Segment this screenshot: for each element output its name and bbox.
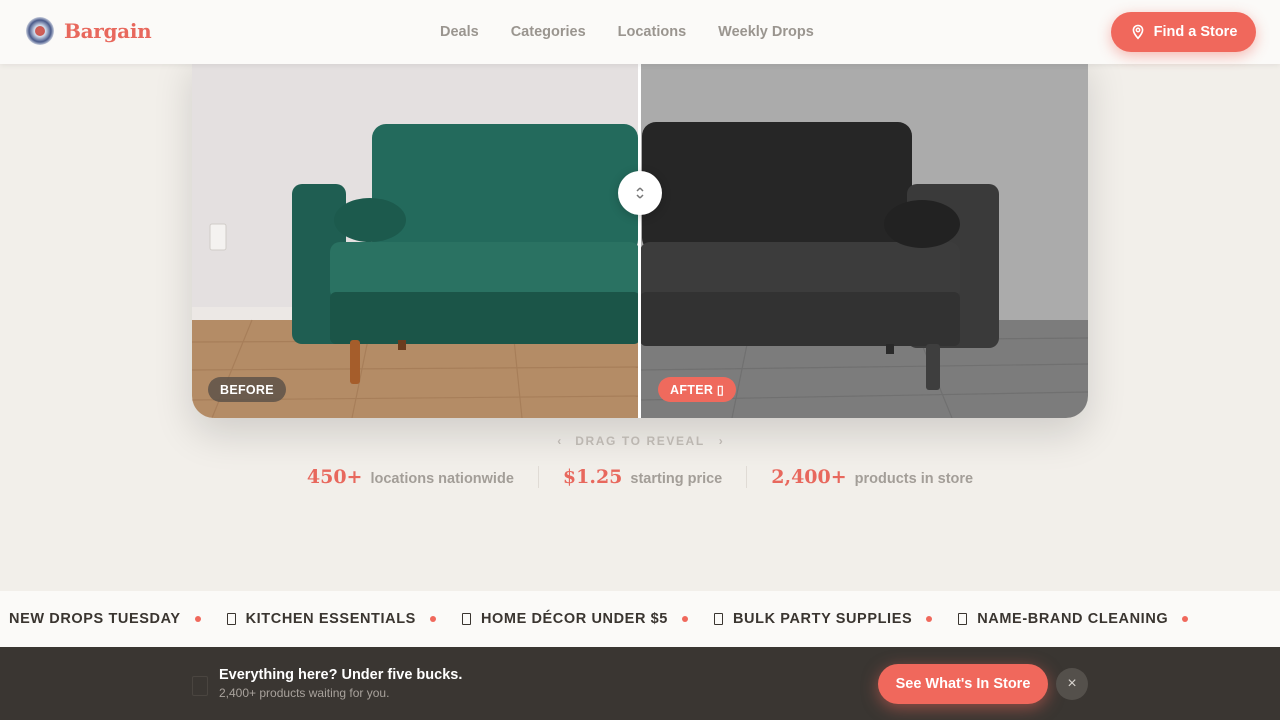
nav-item-locations[interactable]: Locations xyxy=(618,24,686,40)
drag-hint-text: DRAG TO REVEAL xyxy=(575,434,705,448)
stat-value: 450+ xyxy=(306,466,363,488)
stat-price: $1.25 starting price xyxy=(537,466,746,488)
before-badge: BEFORE xyxy=(208,377,286,402)
stat-value: $1.25 xyxy=(562,466,623,488)
bullet-dot-icon xyxy=(194,616,201,622)
brand-logo[interactable]: Bargain xyxy=(26,17,152,45)
before-image xyxy=(192,52,640,418)
category-ticker: NEW DROPS TUESDAY KITCHEN ESSENTIALS HOM… xyxy=(0,591,1280,647)
close-icon[interactable]: × xyxy=(1056,668,1088,700)
ticker-item[interactable]: NAME-BRAND CLEANING xyxy=(958,611,1189,627)
chevron-right-icon: › xyxy=(718,434,723,448)
ticker-label: KITCHEN ESSENTIALS xyxy=(245,611,416,627)
bullet-dot-icon xyxy=(681,616,688,622)
ticker-item[interactable]: NEW DROPS TUESDAY xyxy=(0,611,201,627)
promo-subtitle: 2,400+ products waiting for you. xyxy=(219,686,390,700)
stat-label: products in store xyxy=(854,471,974,487)
after-badge: AFTER ▯ xyxy=(658,377,737,402)
ticker-label: BULK PARTY SUPPLIES xyxy=(732,611,913,627)
after-image xyxy=(640,52,1088,418)
slider-handle[interactable] xyxy=(618,171,662,215)
tag-icon xyxy=(461,613,471,625)
drag-hint: ‹ DRAG TO REVEAL › xyxy=(0,434,1280,448)
ticker-item[interactable]: HOME DÉCOR UNDER $5 xyxy=(461,611,688,627)
site-header: Bargain Deals Categories Locations Weekl… xyxy=(0,0,1280,64)
ticker-item[interactable]: BULK PARTY SUPPLIES xyxy=(713,611,933,627)
tag-icon xyxy=(226,613,236,625)
drag-arrows-icon xyxy=(636,187,644,199)
logo-mark-icon xyxy=(26,17,54,45)
see-whats-in-store-button[interactable]: See What's In Store xyxy=(878,664,1048,704)
find-store-label: Find a Store xyxy=(1153,24,1238,40)
ticker-label: HOME DÉCOR UNDER $5 xyxy=(480,611,668,627)
nav-item-deals[interactable]: Deals xyxy=(440,24,479,40)
stat-locations: 450+ locations nationwide xyxy=(283,466,538,488)
tag-icon xyxy=(958,613,968,625)
ticker-item[interactable]: KITCHEN ESSENTIALS xyxy=(226,611,436,627)
nav-item-weekly-drops[interactable]: Weekly Drops xyxy=(718,24,814,40)
sticky-promo-bar: Everything here? Under five bucks. 2,400… xyxy=(0,647,1280,720)
slider-divider[interactable] xyxy=(638,52,641,418)
map-pin-icon xyxy=(1132,24,1143,40)
stats-row: 450+ locations nationwide $1.25 starting… xyxy=(0,466,1280,488)
stat-products: 2,400+ products in store xyxy=(746,466,997,488)
bullet-dot-icon xyxy=(926,616,933,622)
stat-label: starting price xyxy=(630,471,723,487)
brand-name: Bargain xyxy=(64,19,152,43)
nav-item-categories[interactable]: Categories xyxy=(511,24,586,40)
tag-icon xyxy=(713,613,723,625)
chevron-left-icon: ‹ xyxy=(557,434,562,448)
bullet-dot-icon xyxy=(429,616,436,622)
main-nav: Deals Categories Locations Weekly Drops xyxy=(440,24,814,40)
stat-value: 2,400+ xyxy=(771,466,847,488)
find-store-button[interactable]: Find a Store xyxy=(1111,12,1256,52)
promo-title: Everything here? Under five bucks. xyxy=(219,667,463,683)
bag-icon xyxy=(192,676,208,696)
ticker-label: NAME-BRAND CLEANING xyxy=(977,611,1169,627)
bullet-dot-icon xyxy=(1182,616,1189,622)
stat-label: locations nationwide xyxy=(370,471,514,487)
ticker-label: NEW DROPS TUESDAY xyxy=(9,611,181,627)
before-after-slider[interactable]: BEFORE AFTER ▯ xyxy=(192,52,1088,418)
